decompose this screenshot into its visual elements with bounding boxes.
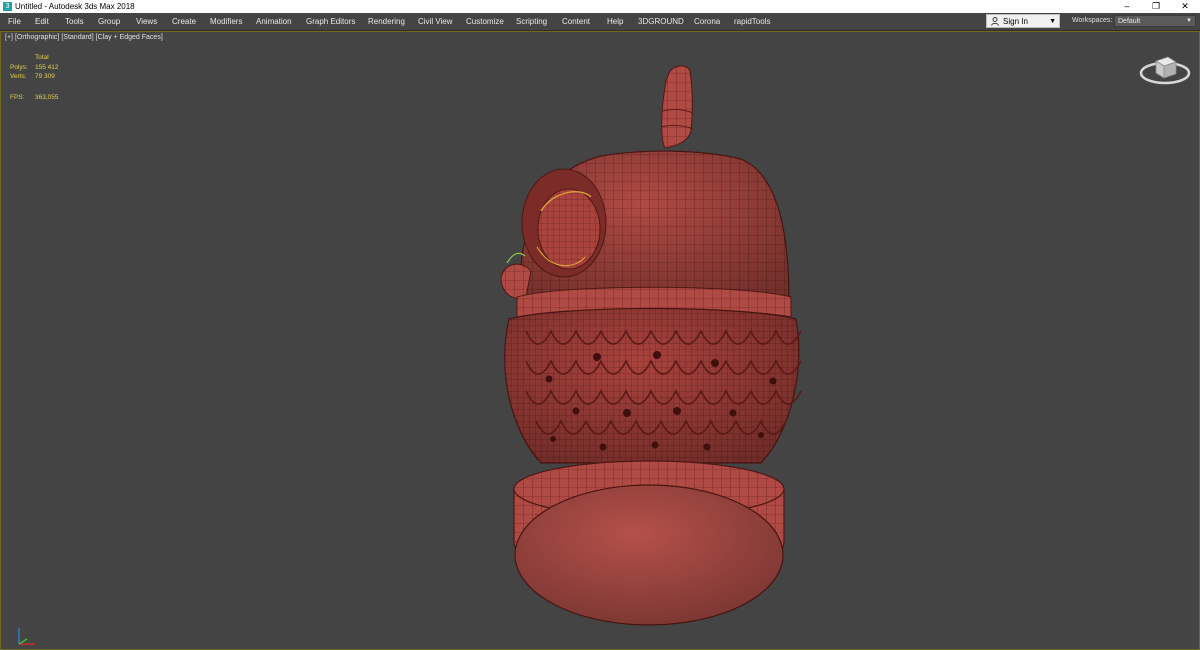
menu-scripting[interactable]: Scripting — [516, 13, 547, 30]
workspaces-select[interactable]: Default ▼ — [1114, 15, 1196, 27]
menu-content[interactable]: Content — [562, 13, 590, 30]
menu-rendering[interactable]: Rendering — [368, 13, 405, 30]
menu-views[interactable]: Views — [136, 13, 157, 30]
menu-civil-view[interactable]: Civil View — [418, 13, 453, 30]
3ds-max-app-icon: 3 — [3, 2, 12, 11]
minimize-button[interactable]: – — [1112, 0, 1142, 13]
body-feathers-mesh — [504, 307, 802, 464]
menu-modifiers[interactable]: Modifiers — [210, 13, 242, 30]
viewcube-icon[interactable] — [1138, 49, 1192, 89]
base-mesh — [513, 460, 785, 626]
menu-rapidtools[interactable]: rapidTools — [734, 13, 770, 30]
owl-model[interactable] — [1, 32, 1199, 649]
sign-in-label: Sign In — [1003, 17, 1028, 26]
menu-create[interactable]: Create — [172, 13, 196, 30]
workspaces-value: Default — [1118, 18, 1141, 25]
menu-customize[interactable]: Customize — [466, 13, 504, 30]
crest-mesh — [660, 65, 694, 149]
axis-tripod-icon — [18, 628, 35, 645]
menu-help[interactable]: Help — [607, 13, 623, 30]
menu-file[interactable]: File — [8, 13, 21, 30]
sign-in-dropdown[interactable]: Sign In ▼ — [986, 14, 1060, 28]
chevron-down-icon: ▼ — [1186, 18, 1192, 24]
perspective-viewport[interactable]: [+] [Orthographic] [Standard] [Clay + Edged… — [0, 31, 1200, 650]
person-icon — [991, 17, 999, 26]
menu-3dground[interactable]: 3DGROUND — [638, 13, 684, 30]
window-title: Untitled - Autodesk 3ds Max 2018 — [15, 2, 135, 11]
menu-graph-editors[interactable]: Graph Editors — [306, 13, 355, 30]
menu-corona[interactable]: Corona — [694, 13, 720, 30]
close-button[interactable]: ✕ — [1170, 0, 1200, 13]
workspaces-label: Workspaces: — [1072, 17, 1113, 24]
menu-tools[interactable]: Tools — [65, 13, 84, 30]
menu-edit[interactable]: Edit — [35, 13, 49, 30]
chevron-down-icon: ▼ — [1049, 18, 1056, 25]
title-bar: 3 Untitled - Autodesk 3ds Max 2018 – ❐ ✕ — [0, 0, 1200, 13]
menu-group[interactable]: Group — [98, 13, 120, 30]
restore-button[interactable]: ❐ — [1141, 0, 1171, 13]
menu-animation[interactable]: Animation — [256, 13, 292, 30]
